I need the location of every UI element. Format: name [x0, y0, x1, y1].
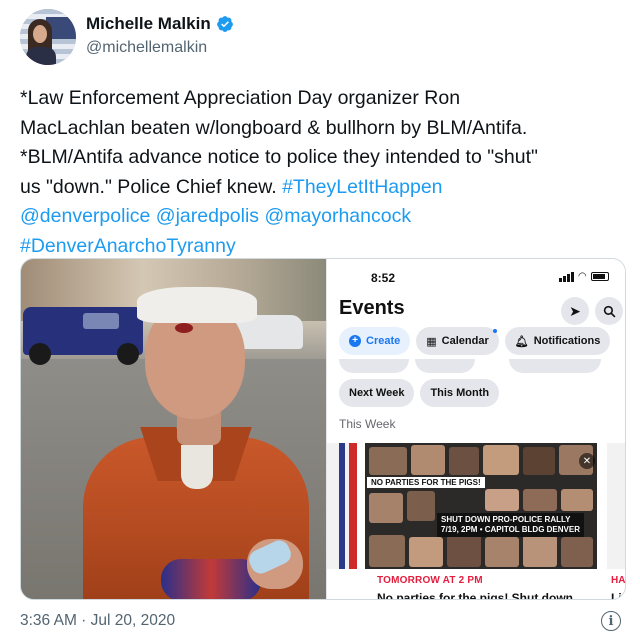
mention-link-jaredpolis[interactable]: @jaredpolis	[156, 205, 259, 227]
close-icon: ✕	[579, 453, 595, 469]
event-title: No parties for the pigs! Shut down	[377, 591, 573, 599]
avatar[interactable]	[20, 9, 76, 65]
tweet: Michelle Malkin @michellemalkin *Law Enf…	[0, 0, 640, 636]
phone-screenshot[interactable]: 8:52 ◠ Events ➤ + Create ▦ Calendar 🔔︎ Noti…	[326, 259, 626, 599]
tweet-text: *Law Enforcement Appreciation Day organi…	[20, 84, 626, 262]
event-title-next: Li	[611, 591, 622, 599]
phone-chips-2: Next Week This Month	[339, 379, 500, 407]
media-image[interactable]: 8:52 ◠ Events ➤ + Create ▦ Calendar 🔔︎ Noti…	[20, 258, 626, 600]
event-banner-line: 7/19, 2PM • CAPITOL BLDG DENVER	[441, 525, 580, 534]
event-card-next	[607, 443, 625, 569]
bell-icon: 🔔︎	[514, 335, 529, 348]
tweet-line: *Law Enforcement Appreciation Day organi…	[20, 87, 461, 109]
info-icon[interactable]: i	[601, 611, 621, 631]
notification-dot	[493, 329, 497, 333]
author-name-row[interactable]: Michelle Malkin	[86, 14, 234, 34]
section-label: This Week	[339, 417, 396, 431]
calendar-icon: ▦	[426, 335, 437, 348]
signal-icon	[559, 271, 574, 282]
plus-icon: +	[349, 335, 361, 347]
tweet-line-text: us "down." Police Chief knew.	[20, 175, 283, 198]
tweet-timestamp[interactable]: 3:36 AM · Jul 20, 2020	[20, 612, 175, 630]
mention-link-denverpolice[interactable]: @denverpolice	[20, 205, 150, 227]
search-icon	[595, 297, 623, 325]
verified-badge-icon	[216, 16, 233, 32]
hashtag-link[interactable]: #DenverAnarchoTyranny	[20, 235, 236, 257]
event-card-image: NO PARTIES FOR THE PIGS! SHUT DOWN PRO-P…	[365, 443, 597, 569]
battery-icon	[590, 272, 609, 281]
phone-chips: + Create ▦ Calendar 🔔︎ Notifications	[339, 327, 611, 355]
chip-label: Create	[366, 335, 401, 347]
display-name[interactable]: Michelle Malkin	[86, 14, 211, 34]
photo-injured-man[interactable]	[21, 259, 326, 599]
chip-label: Notifications	[533, 335, 601, 347]
chip-this-month: This Month	[420, 379, 500, 407]
tweet-line: MacLachlan beaten w/longboard & bullhorn…	[20, 116, 528, 139]
tweet-line-mentions: @denverpolice @jaredpolis @mayorhancock	[20, 202, 626, 232]
phone-chips-cut	[339, 359, 601, 373]
chip-next-week: Next Week	[339, 379, 415, 407]
wifi-icon: ◠	[578, 271, 587, 282]
tweet-line: *BLM/Antifa advance notice to police the…	[20, 146, 538, 169]
chip-create: + Create	[339, 327, 411, 355]
tweet-line-4: us "down." Police Chief knew. #TheyLetIt…	[20, 173, 626, 203]
phone-time: 8:52	[371, 271, 396, 285]
phone-title: Events	[339, 297, 405, 319]
event-banner-2: SHUT DOWN PRO-POLICE RALLY 7/19, 2PM • C…	[437, 513, 584, 537]
event-when: TOMORROW AT 2 PM	[377, 575, 483, 586]
mention-link-mayorhancock[interactable]: @mayorhancock	[264, 205, 411, 227]
event-banner-line: SHUT DOWN PRO-POLICE RALLY	[441, 515, 571, 524]
event-banner: NO PARTIES FOR THE PIGS!	[367, 477, 485, 488]
chip-notifications: 🔔︎ Notifications	[504, 327, 611, 355]
chip-calendar: ▦ Calendar	[416, 327, 499, 355]
location-arrow-icon: ➤	[561, 297, 589, 325]
event-when-next: HAP	[611, 575, 626, 586]
hashtag-link[interactable]: #TheyLetItHappen	[282, 176, 442, 198]
chip-label: Calendar	[441, 335, 489, 347]
phone-status-bar: ◠	[559, 271, 609, 282]
author-handle[interactable]: @michellemalkin	[86, 39, 207, 57]
event-card-prev	[327, 443, 357, 569]
